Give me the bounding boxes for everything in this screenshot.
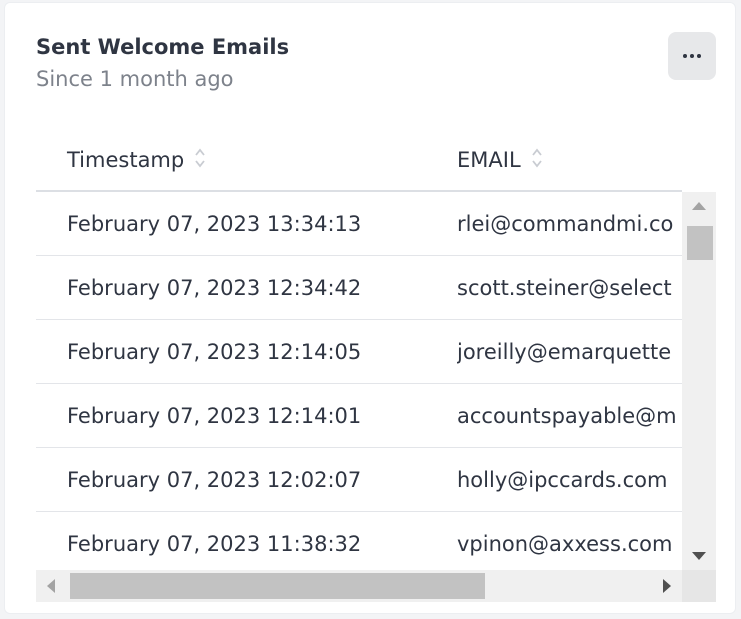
horizontal-scroll-thumb[interactable] (70, 573, 485, 599)
sort-icon[interactable] (194, 147, 206, 174)
timestamp-cell: February 07, 2023 12:14:01 (67, 404, 362, 428)
timestamp-cell: February 07, 2023 11:38:32 (67, 532, 362, 556)
scroll-right-arrow-icon[interactable] (652, 570, 682, 602)
column-header-label: Timestamp (67, 148, 185, 172)
table-row[interactable]: February 07, 2023 11:38:32 vpinon@axxess… (36, 512, 682, 570)
card-subtitle: Since 1 month ago (36, 67, 234, 91)
column-header-timestamp[interactable]: Timestamp (67, 128, 206, 192)
vertical-scroll-thumb[interactable] (687, 226, 713, 260)
table-row[interactable]: February 07, 2023 12:14:01 accountspayab… (36, 384, 682, 448)
email-cell: joreilly@emarquette (457, 340, 672, 364)
table-body: February 07, 2023 13:34:13 rlei@commandm… (36, 192, 682, 570)
timestamp-cell: February 07, 2023 12:14:05 (67, 340, 362, 364)
card-title: Sent Welcome Emails (36, 35, 290, 59)
sent-welcome-emails-card: Sent Welcome Emails Since 1 month ago Ti… (4, 2, 736, 614)
email-cell: holly@ipccards.com (457, 468, 668, 492)
horizontal-scrollbar[interactable] (36, 570, 682, 602)
timestamp-cell: February 07, 2023 12:34:42 (67, 276, 362, 300)
email-cell: accountspayable@m (457, 404, 677, 428)
scrollbar-corner (682, 570, 716, 602)
table-row[interactable]: February 07, 2023 12:34:42 scott.steiner… (36, 256, 682, 320)
timestamp-cell: February 07, 2023 13:34:13 (67, 212, 362, 236)
timestamp-cell: February 07, 2023 12:02:07 (67, 468, 362, 492)
scroll-up-arrow-icon[interactable] (682, 192, 716, 220)
ellipsis-icon (682, 53, 702, 59)
column-header-email[interactable]: EMAIL (457, 128, 543, 192)
column-header-label: EMAIL (457, 148, 521, 172)
email-cell: rlei@commandmi.co (457, 212, 674, 236)
table-header: Timestamp EMAIL (36, 128, 682, 192)
scroll-down-arrow-icon[interactable] (682, 542, 716, 570)
table-row[interactable]: February 07, 2023 13:34:13 rlei@commandm… (36, 192, 682, 256)
table-row[interactable]: February 07, 2023 12:14:05 joreilly@emar… (36, 320, 682, 384)
emails-table: Timestamp EMAIL February 07, 2023 13:34:… (36, 128, 716, 602)
email-cell: vpinon@axxess.com (457, 532, 673, 556)
table-row[interactable]: February 07, 2023 12:02:07 holly@ipccard… (36, 448, 682, 512)
vertical-scrollbar[interactable] (682, 192, 716, 570)
email-cell: scott.steiner@select (457, 276, 672, 300)
scroll-left-arrow-icon[interactable] (36, 570, 66, 602)
sort-icon[interactable] (531, 147, 543, 174)
more-options-button[interactable] (668, 32, 716, 80)
